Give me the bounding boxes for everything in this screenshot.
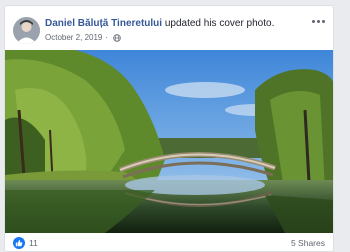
post-title-line: Daniel Băluță Tineretului updated his co… bbox=[45, 18, 274, 30]
like-icon bbox=[13, 237, 25, 249]
engagement-bar: 11 5 Shares bbox=[5, 233, 333, 251]
reactions-summary[interactable]: 11 bbox=[13, 237, 38, 249]
meta-separator: · bbox=[105, 33, 109, 42]
author-name-link[interactable]: Daniel Băluță Tineretului bbox=[45, 18, 162, 29]
globe-icon[interactable] bbox=[113, 34, 121, 42]
post-timestamp[interactable]: October 2, 2019 bbox=[45, 33, 102, 43]
shares-count[interactable]: 5 Shares bbox=[291, 238, 325, 248]
post-action-text: updated his cover photo. bbox=[162, 18, 275, 29]
post-meta: October 2, 2019 · bbox=[45, 33, 121, 43]
park-bridge-image bbox=[5, 50, 333, 233]
post-card: Daniel Băluță Tineretului updated his co… bbox=[4, 5, 334, 252]
avatar-image bbox=[13, 17, 40, 44]
post-header: Daniel Băluță Tineretului updated his co… bbox=[5, 6, 333, 50]
author-avatar[interactable] bbox=[13, 17, 40, 44]
reaction-count: 11 bbox=[29, 238, 38, 248]
page-scrollbar-track[interactable] bbox=[340, 0, 350, 252]
more-options-icon[interactable] bbox=[309, 15, 327, 27]
cover-photo[interactable] bbox=[5, 50, 333, 233]
